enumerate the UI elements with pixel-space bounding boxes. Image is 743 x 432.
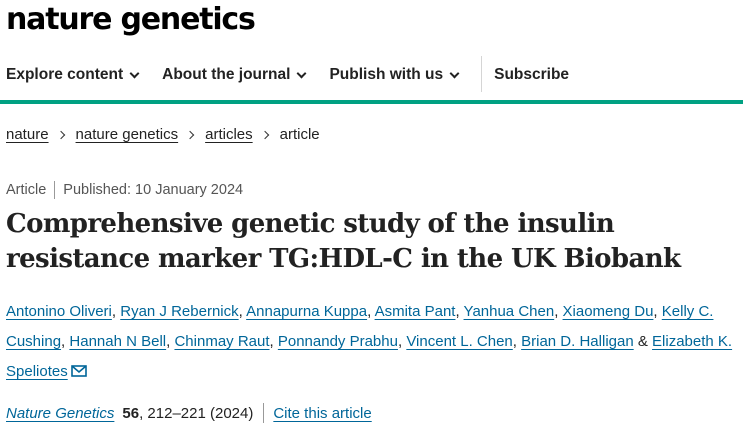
author-separator: ,: [397, 333, 403, 350]
breadcrumb-nature[interactable]: nature: [6, 126, 49, 143]
nav-subscribe[interactable]: Subscribe: [494, 52, 569, 98]
author-separator: ,: [455, 303, 460, 320]
article-meta: Article Published: 10 January 2024: [6, 181, 243, 199]
nav-explore-content-label: Explore content: [6, 66, 124, 83]
site-logo[interactable]: nature genetics: [6, 2, 256, 38]
chevron-right-icon: [56, 130, 65, 139]
author-ampersand: &: [637, 333, 648, 350]
main-nav: Explore content About the journal Publis…: [0, 52, 743, 98]
journal-pages-year: , 212–221 (2024): [139, 404, 254, 422]
journal-volume: 56: [122, 404, 140, 422]
nav-about-journal-label: About the journal: [162, 66, 291, 83]
author-link[interactable]: Asmita Pant: [375, 303, 456, 320]
breadcrumb: nature nature genetics articles article: [6, 126, 320, 143]
breadcrumb-current: article: [279, 126, 320, 143]
envelope-icon[interactable]: [70, 365, 87, 377]
journal-link[interactable]: Nature Genetics: [6, 405, 114, 422]
author-separator: ,: [554, 303, 559, 320]
author-separator: ,: [367, 303, 372, 320]
chevron-right-icon: [185, 130, 195, 139]
author-separator: ,: [653, 303, 658, 320]
chevron-down-icon: [129, 68, 140, 78]
nav-explore-content[interactable]: Explore content: [6, 52, 140, 98]
meta-divider: [54, 181, 56, 199]
chevron-down-icon: [296, 68, 307, 78]
citation-divider: [263, 403, 265, 423]
article-title: Comprehensive genetic study of the insul…: [6, 209, 681, 274]
author-link[interactable]: Chinmay Raut: [174, 333, 269, 350]
masthead: nature genetics: [6, 2, 256, 42]
chevron-down-icon: [449, 68, 460, 78]
cite-this-article-link[interactable]: Cite this article: [273, 405, 371, 422]
article-type: Article: [6, 182, 47, 198]
author-separator: ,: [512, 333, 517, 350]
breadcrumb-nature-genetics[interactable]: nature genetics: [76, 126, 179, 143]
author-link[interactable]: Hannah N Bell: [69, 333, 166, 350]
breadcrumb-articles[interactable]: articles: [205, 126, 253, 143]
publish-date: Published: 10 January 2024: [63, 182, 244, 198]
author-separator: ,: [269, 333, 274, 350]
author-link[interactable]: Xiaomeng Du: [563, 303, 654, 320]
nav-publish-with-us[interactable]: Publish with us: [329, 52, 460, 98]
author-link[interactable]: Brian D. Halligan: [521, 333, 634, 350]
author-link[interactable]: Ponnandy Prabhu: [278, 333, 398, 350]
author-link[interactable]: Vincent L. Chen: [406, 333, 512, 350]
author-link[interactable]: Annapurna Kuppa: [246, 303, 367, 320]
nav-about-journal[interactable]: About the journal: [162, 52, 307, 98]
nav-publish-with-us-label: Publish with us: [329, 66, 444, 83]
author-separator: ,: [111, 303, 117, 320]
author-link[interactable]: Ryan J Rebernick: [120, 303, 238, 320]
author-link[interactable]: Yanhua Chen: [464, 303, 555, 320]
author-separator: ,: [166, 333, 171, 350]
author-separator: ,: [61, 333, 66, 350]
citation: Nature Genetics 56 , 212–221 (2024) Cite…: [6, 403, 372, 423]
author-link[interactable]: Antonino Oliveri: [6, 303, 112, 320]
chevron-right-icon: [260, 130, 269, 139]
author-list: Antonino Oliveri, Ryan J Rebernick, Anna…: [6, 297, 741, 387]
nav-accent-rule: [0, 100, 743, 104]
author-separator: ,: [238, 303, 243, 320]
nav-divider: [481, 56, 482, 92]
nav-subscribe-label: Subscribe: [494, 66, 570, 83]
